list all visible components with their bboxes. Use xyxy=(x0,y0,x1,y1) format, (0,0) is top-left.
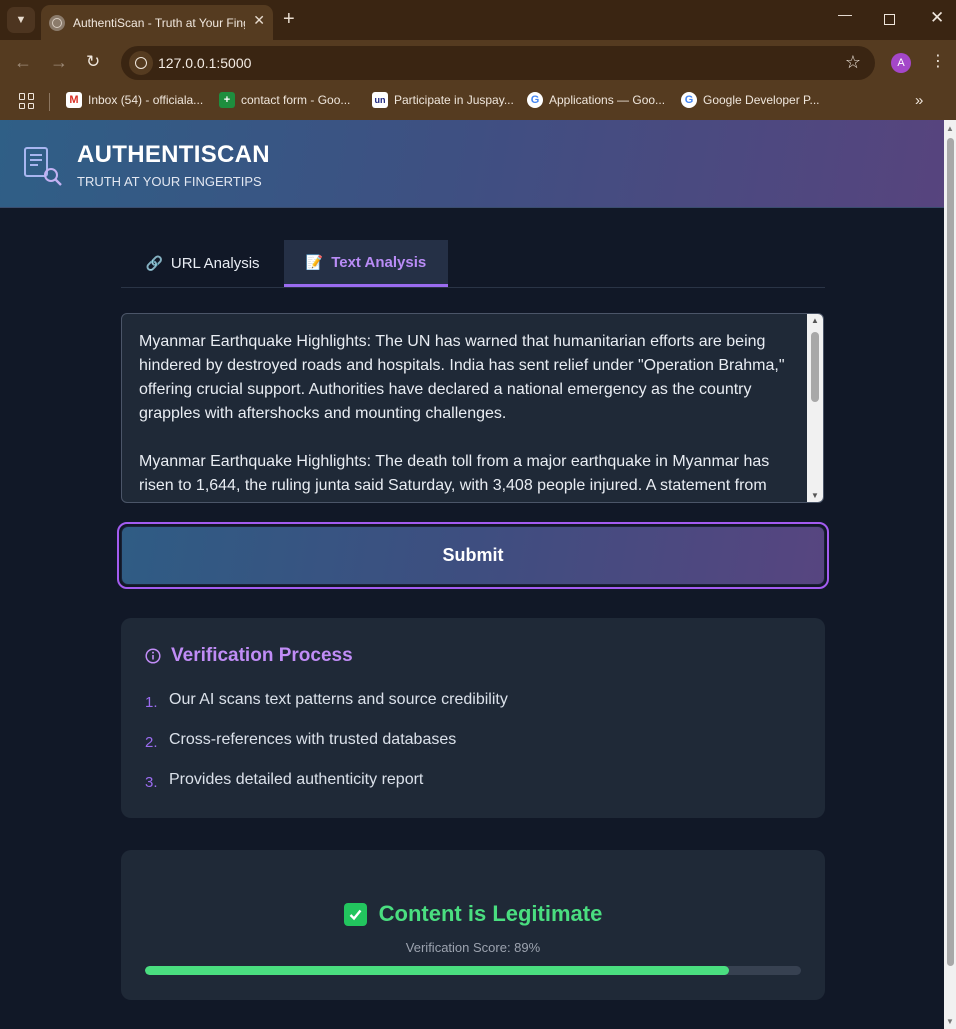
scroll-up-arrow-icon[interactable]: ▲ xyxy=(946,124,954,133)
globe-icon xyxy=(49,14,65,31)
bookmark-label: Applications — Goo... xyxy=(549,93,666,107)
process-step: 2. Cross-references with trusted databas… xyxy=(145,728,457,752)
reload-icon[interactable]: ↻ xyxy=(86,52,100,72)
bookmark-google-developer[interactable]: G Google Developer P... xyxy=(681,92,820,108)
app-header: AUTHENTISCAN TRUTH AT YOUR FINGERTIPS xyxy=(0,120,944,208)
browser-toolbar: ← → ↻ 127.0.0.1:5000 ☆ xyxy=(0,40,956,86)
check-mark-icon xyxy=(343,902,367,926)
text-input-content[interactable]: Myanmar Earthquake Highlights: The UN ha… xyxy=(139,330,799,498)
page-viewport: AUTHENTISCAN TRUTH AT YOUR FINGERTIPS 🔗 … xyxy=(0,120,944,1029)
address-bar[interactable]: 127.0.0.1:5000 ☆ xyxy=(121,46,875,80)
result-card: Content is Legitimate Verification Score… xyxy=(121,850,825,1000)
maximize-button[interactable] xyxy=(884,14,895,25)
browser-tab-strip: ▼ AuthentiScan - Truth at Your Fingertip… xyxy=(0,0,956,40)
tab-title: AuthentiScan - Truth at Your Fingertips xyxy=(73,15,245,30)
document-search-icon xyxy=(24,147,62,186)
google-icon: G xyxy=(681,92,697,108)
apps-grid-icon[interactable] xyxy=(19,93,35,109)
bookmark-label: contact form - Goo... xyxy=(241,93,351,107)
textarea-scrollbar[interactable]: ▲ ▼ xyxy=(807,314,823,502)
gmail-icon: M xyxy=(66,92,82,108)
bookmark-applications[interactable]: G Applications — Goo... xyxy=(527,92,665,108)
bookmarks-divider xyxy=(49,93,50,111)
bookmark-gmail[interactable]: M Inbox (54) - officiala... xyxy=(66,92,203,108)
window-close-button[interactable]: ✕ xyxy=(930,8,944,28)
tab-label: URL Analysis xyxy=(170,255,260,272)
analysis-tabs: 🔗 URL Analysis 📝 Text Analysis xyxy=(121,240,825,288)
site-info-icon[interactable] xyxy=(129,51,153,75)
scroll-down-arrow-icon[interactable]: ▼ xyxy=(811,491,819,500)
new-tab-button[interactable]: + xyxy=(283,9,295,29)
google-icon: G xyxy=(527,92,543,108)
score-progress-bar xyxy=(145,966,801,975)
more-bookmarks-icon[interactable]: » xyxy=(915,92,923,109)
step-number: 1. xyxy=(145,694,158,711)
forward-arrow-icon[interactable]: → xyxy=(50,52,68,72)
bookmark-label: Google Developer P... xyxy=(703,93,820,107)
process-step: 1. Our AI scans text patterns and source… xyxy=(145,688,508,712)
process-title: Verification Process xyxy=(171,645,353,666)
browser-menu-icon[interactable]: ⋮ xyxy=(930,52,946,72)
step-number: 3. xyxy=(145,774,158,791)
minimize-button[interactable]: — xyxy=(838,6,852,22)
result-title-row: Content is Legitimate xyxy=(121,901,825,927)
submit-button[interactable]: Submit xyxy=(117,522,829,589)
back-arrow-icon[interactable]: ← xyxy=(14,52,32,72)
step-text: Our AI scans text patterns and source cr… xyxy=(169,690,508,708)
page-scrollbar[interactable]: ▲ ▼ xyxy=(944,120,956,1029)
verification-process-card: Verification Process 1. Our AI scans tex… xyxy=(121,618,825,818)
url-text[interactable]: 127.0.0.1:5000 xyxy=(158,55,251,71)
link-icon: 🔗 xyxy=(145,255,163,271)
unstop-icon: un xyxy=(372,92,388,108)
close-tab-icon[interactable]: ✕ xyxy=(253,12,265,29)
info-icon xyxy=(145,648,161,664)
step-number: 2. xyxy=(145,734,158,751)
scroll-thumb[interactable] xyxy=(811,332,819,402)
bookmark-label: Participate in Juspay... xyxy=(394,93,514,107)
brand-tagline: TRUTH AT YOUR FINGERTIPS xyxy=(77,174,262,189)
scroll-up-arrow-icon[interactable]: ▲ xyxy=(811,316,819,325)
score-progress-fill xyxy=(145,966,729,975)
step-text: Cross-references with trusted databases xyxy=(169,730,457,748)
profile-avatar[interactable]: A xyxy=(891,53,911,73)
process-step: 3. Provides detailed authenticity report xyxy=(145,768,424,792)
bookmark-juspay[interactable]: un Participate in Juspay... xyxy=(372,92,514,108)
result-title: Content is Legitimate xyxy=(378,901,603,926)
verification-score-text: Verification Score: 89% xyxy=(405,940,541,955)
browser-tab[interactable]: AuthentiScan - Truth at Your Fingertips … xyxy=(41,5,273,40)
scroll-down-arrow-icon[interactable]: ▼ xyxy=(946,1017,954,1026)
tab-label: Text Analysis xyxy=(331,253,427,271)
tab-text-analysis[interactable]: 📝 Text Analysis xyxy=(284,240,448,287)
memo-icon: 📝 xyxy=(305,253,324,270)
brand-title: AUTHENTISCAN xyxy=(77,141,270,168)
sheets-icon: + xyxy=(219,92,235,108)
process-title-row: Verification Process xyxy=(145,645,353,667)
bookmarks-bar: M Inbox (54) - officiala... + contact fo… xyxy=(0,86,956,120)
submit-label[interactable]: Submit xyxy=(121,526,825,585)
tab-search-button[interactable]: ▼ xyxy=(7,7,35,33)
scroll-thumb[interactable] xyxy=(947,138,954,966)
text-input-area[interactable]: Myanmar Earthquake Highlights: The UN ha… xyxy=(121,313,824,503)
bookmark-contact-form[interactable]: + contact form - Goo... xyxy=(219,92,350,108)
step-text: Provides detailed authenticity report xyxy=(169,770,424,788)
bookmark-star-icon[interactable]: ☆ xyxy=(845,52,861,73)
bookmark-label: Inbox (54) - officiala... xyxy=(88,93,204,107)
tab-url-analysis[interactable]: 🔗 URL Analysis xyxy=(121,240,284,287)
